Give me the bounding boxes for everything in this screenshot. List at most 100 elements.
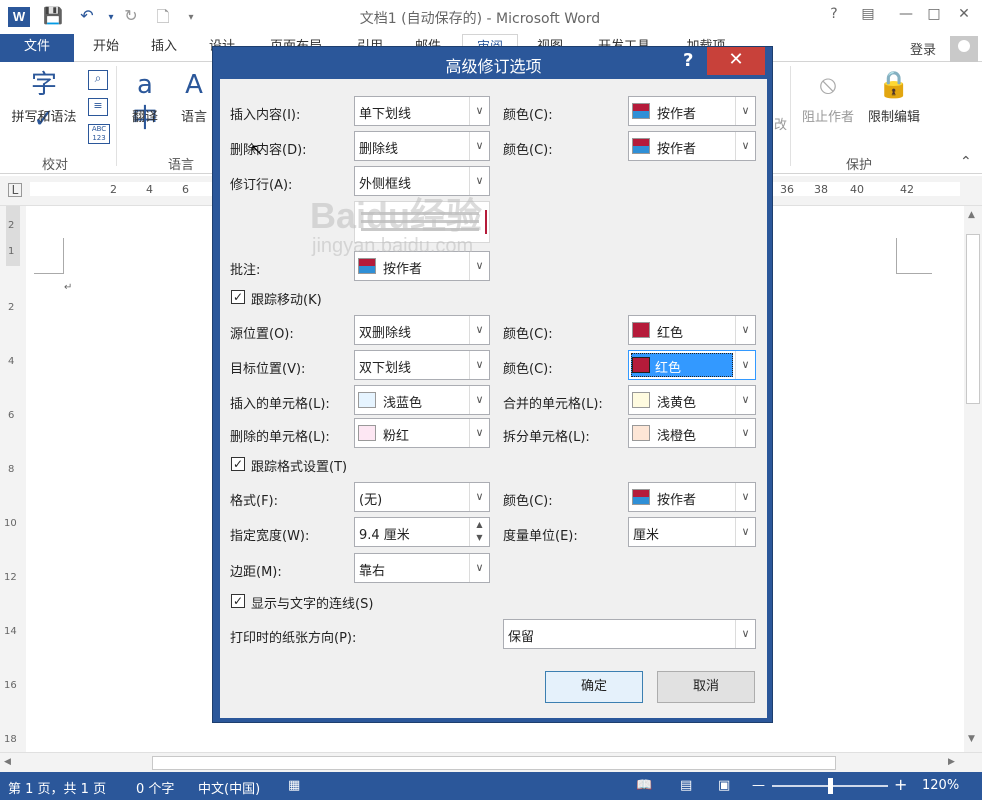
status-bar: 第 1 页，共 1 页 0 个字 中文(中国) ▦ 📖 ▤ ▣ — + 120% <box>0 772 982 800</box>
merged-cells-select[interactable]: 浅黄色 ∨ <box>628 385 756 415</box>
language-group-label: 语言 <box>168 158 195 173</box>
spin-buttons[interactable]: ▲ ▼ <box>469 518 489 546</box>
zoom-out-icon[interactable]: — <box>752 778 765 793</box>
move-from-select[interactable]: 双删除线 ∨ <box>354 315 490 345</box>
block-authors-icon: ⦸ <box>819 70 837 100</box>
chevron-down-icon: ∨ <box>469 316 489 344</box>
avatar[interactable] <box>950 36 978 62</box>
undo-icon[interactable]: ↶ <box>76 6 98 25</box>
chevron-down-icon: ∨ <box>735 483 755 511</box>
margin-select[interactable]: 靠右 ∨ <box>354 553 490 583</box>
move-to-select[interactable]: 双下划线 ∨ <box>354 350 490 380</box>
track-moves-checkbox[interactable]: ✓ <box>231 290 245 304</box>
minimize-icon[interactable]: — <box>894 6 918 22</box>
insert-color-select[interactable]: 按作者 ∨ <box>628 96 756 126</box>
research-icon[interactable]: ⌕ <box>88 70 108 90</box>
block-authors-button[interactable]: ⦸ 阻止作者 <box>796 68 860 125</box>
format-select[interactable]: (无) ∨ <box>354 482 490 512</box>
track-changes-partial-label: 改 <box>774 118 788 133</box>
zoom-in-icon[interactable]: + <box>894 775 907 794</box>
dialog-help-button[interactable]: ? <box>683 50 693 71</box>
word-count-icon[interactable]: ABC 123 <box>88 124 110 144</box>
paragraph-mark-icon: ↵ <box>64 282 73 293</box>
help-button[interactable]: ? <box>822 6 846 22</box>
deleted-cells-select[interactable]: 粉红 ∨ <box>354 418 490 448</box>
spelling-icon: 字✓ <box>30 70 57 134</box>
track-moves-label: 跟踪移动(K) <box>251 293 322 308</box>
language-status[interactable]: 中文(中国) <box>198 778 260 797</box>
login-link[interactable]: 登录 <box>910 39 936 58</box>
macro-icon[interactable]: ▦ <box>288 778 300 793</box>
track-formatting-checkbox[interactable]: ✓ <box>231 457 245 471</box>
chevron-down-icon: ∨ <box>735 97 755 125</box>
tab-file[interactable]: 文件 <box>0 34 74 62</box>
zoom-slider-thumb[interactable] <box>828 778 833 794</box>
tab-insert[interactable]: 插入 <box>140 34 188 62</box>
redo-icon[interactable]: ↻ <box>120 6 142 25</box>
dialog-body: 插入内容(I): 单下划线 ∨ 颜色(C): 按作者 ∨ 删除内容(D): 删除线 ∨… <box>220 79 767 718</box>
lock-icon: 🔒 <box>877 70 911 100</box>
zoom-level[interactable]: 120% <box>922 778 959 793</box>
ruler-number: 18 <box>4 734 17 745</box>
word-count[interactable]: 0 个字 <box>136 778 174 797</box>
deleted-cells-label: 删除的单元格(L): <box>230 430 330 445</box>
ok-button[interactable]: 确定 <box>545 671 643 703</box>
unit-select[interactable]: 厘米 ∨ <box>628 517 756 547</box>
language-button[interactable]: A 语言 <box>172 68 216 125</box>
customize-icon[interactable]: ▾ <box>180 12 202 23</box>
scroll-down-icon[interactable]: ▼ <box>968 734 975 744</box>
scroll-up-icon[interactable]: ▲ <box>968 210 975 220</box>
scroll-thumb[interactable] <box>966 234 980 404</box>
chevron-down-icon: ∨ <box>735 316 755 344</box>
ruler-number: 42 <box>900 183 914 196</box>
read-mode-icon[interactable]: 📖 <box>636 778 652 793</box>
chevron-down-icon: ∨ <box>469 132 489 160</box>
chevron-down-icon: ∨ <box>735 386 755 414</box>
width-stepper[interactable]: 9.4 厘米 ▲ ▼ <box>354 517 490 547</box>
delete-color-select[interactable]: 按作者 ∨ <box>628 131 756 161</box>
scroll-right-icon[interactable]: ▶ <box>948 757 955 767</box>
scroll-left-icon[interactable]: ◀ <box>4 757 11 767</box>
inserted-cells-select[interactable]: 浅蓝色 ∨ <box>354 385 490 415</box>
vertical-scrollbar[interactable]: ▲ ▼ <box>964 206 982 752</box>
move-from-color-label: 颜色(C): <box>503 327 553 342</box>
changed-lines-select[interactable]: 外侧框线 ∨ <box>354 166 490 196</box>
print-layout-icon[interactable]: ▤ <box>680 778 692 793</box>
move-from-label: 源位置(O): <box>230 327 294 342</box>
move-to-color-select[interactable]: 红色 ∨ <box>628 350 756 380</box>
collapse-ribbon-icon[interactable]: ⌃ <box>960 154 972 170</box>
ribbon-display-icon[interactable]: ▤ <box>856 6 880 22</box>
split-cells-label: 拆分单元格(L): <box>503 430 590 445</box>
protect-group-label: 保护 <box>846 158 873 173</box>
insert-mark-select[interactable]: 单下划线 ∨ <box>354 96 490 126</box>
format-color-select[interactable]: 按作者 ∨ <box>628 482 756 512</box>
page-count[interactable]: 第 1 页，共 1 页 <box>8 778 106 797</box>
tab-selector-icon[interactable]: L <box>8 183 22 197</box>
margin-corner <box>34 238 64 274</box>
thesaurus-icon[interactable]: ≡ <box>88 98 108 116</box>
spelling-button[interactable]: 字✓ 拼写和语法 <box>4 68 84 134</box>
web-layout-icon[interactable]: ▣ <box>718 778 730 793</box>
horizontal-scrollbar[interactable]: ◀ ▶ <box>0 752 982 772</box>
translate-button[interactable]: a中 翻译 <box>120 68 170 134</box>
comments-color-select[interactable]: 按作者 ∨ <box>354 251 490 281</box>
close-icon[interactable]: ✕ <box>952 6 976 22</box>
scroll-thumb[interactable] <box>152 756 836 770</box>
delete-mark-select[interactable]: 删除线 ∨ <box>354 131 490 161</box>
chevron-down-icon: ∨ <box>735 518 755 546</box>
cancel-button[interactable]: 取消 <box>657 671 755 703</box>
save-icon[interactable]: 💾 <box>42 6 64 25</box>
print-preview-icon[interactable]: 🗋 <box>152 6 174 33</box>
dialog-close-button[interactable]: ✕ <box>707 47 765 75</box>
show-lines-checkbox[interactable]: ✓ <box>231 594 245 608</box>
chevron-down-icon: ∨ <box>735 419 755 447</box>
ruler-number: 2 <box>8 220 15 231</box>
move-from-color-select[interactable]: 红色 ∨ <box>628 315 756 345</box>
chevron-down-icon: ∨ <box>469 483 489 511</box>
chevron-down-icon[interactable]: ▾ <box>100 12 122 23</box>
restrict-editing-button[interactable]: 🔒 限制编辑 <box>862 68 926 125</box>
split-cells-select[interactable]: 浅橙色 ∨ <box>628 418 756 448</box>
tab-home[interactable]: 开始 <box>82 34 130 62</box>
orientation-select[interactable]: 保留 ∨ <box>503 619 756 649</box>
maximize-icon[interactable]: □ <box>922 6 946 22</box>
